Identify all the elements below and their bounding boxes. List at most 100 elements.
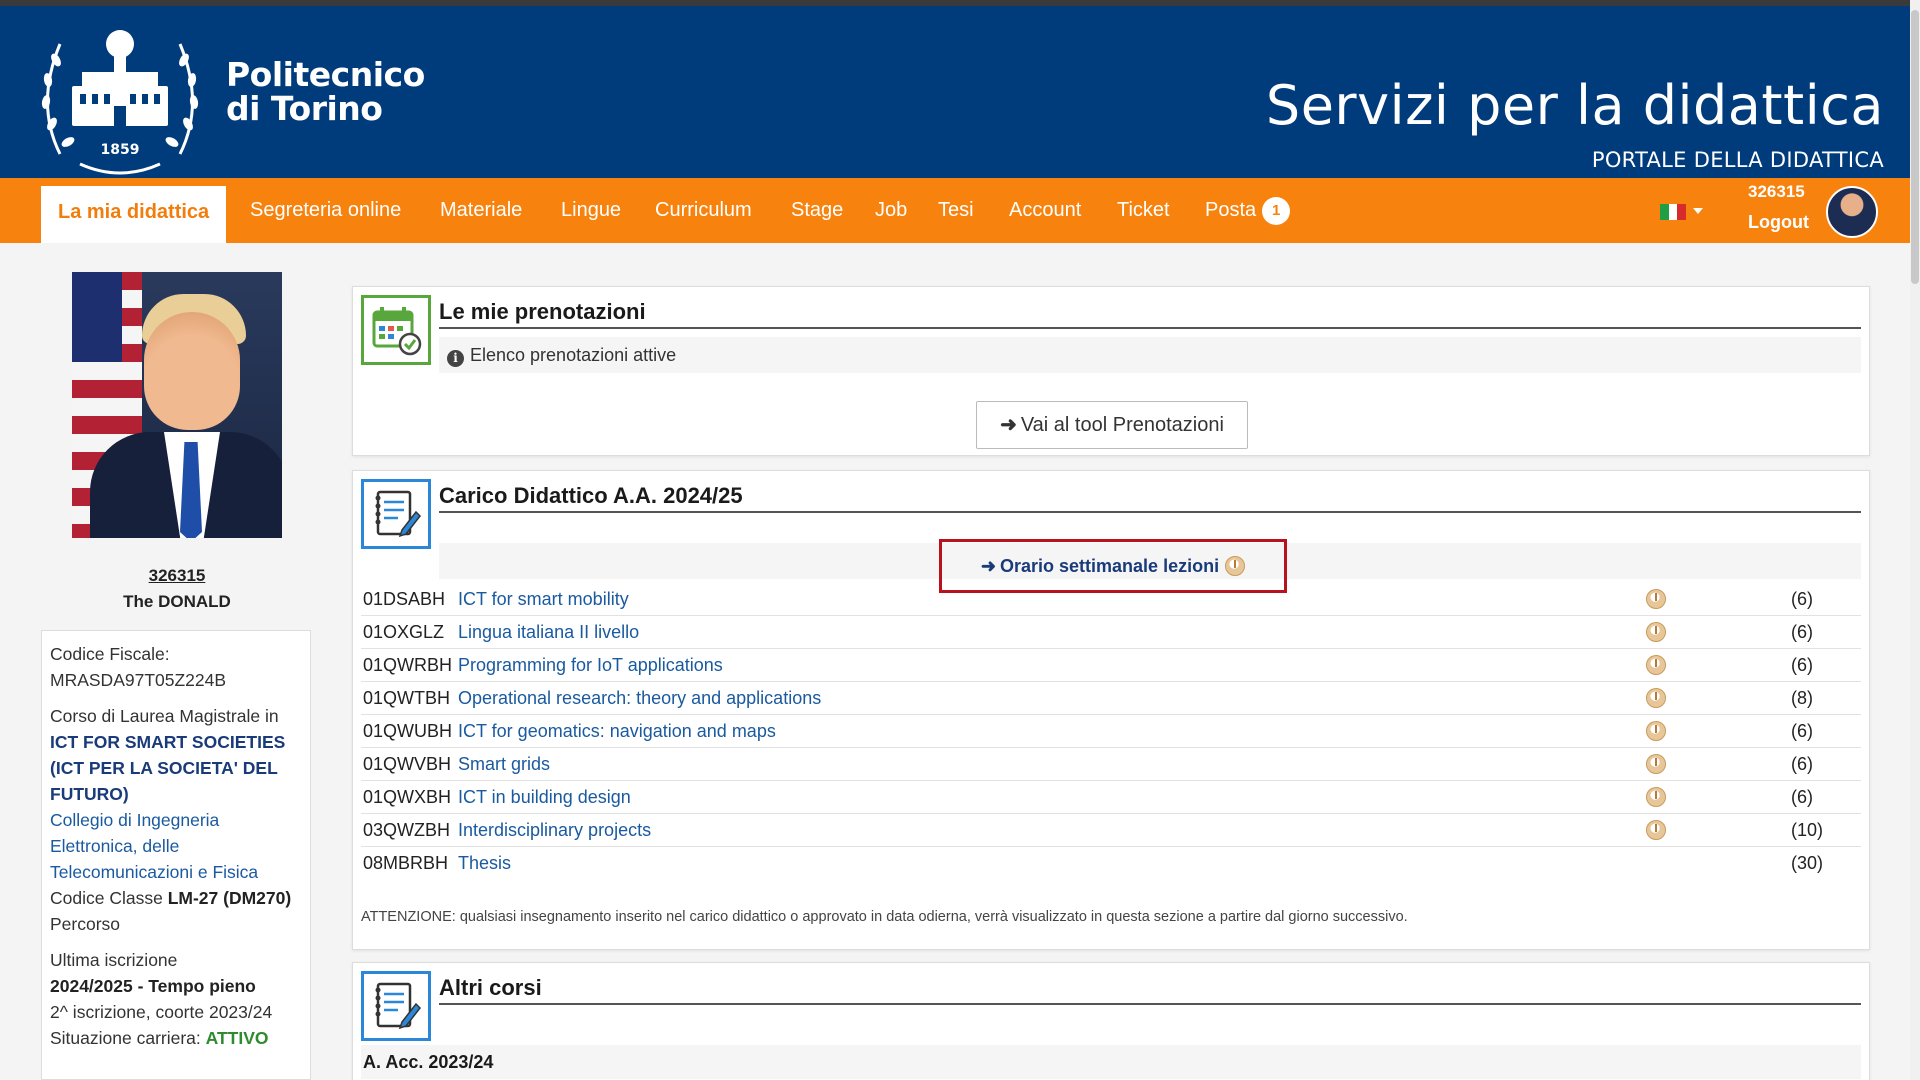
notebook-edit-icon (361, 971, 431, 1041)
carico-title: Carico Didattico A.A. 2024/25 (439, 481, 1861, 513)
course-credits: (6) (1791, 589, 1813, 609)
course-code: 03QWZBH (363, 820, 451, 840)
table-row: 01OXGLZ Lingua italiana II livello (6) (361, 616, 1861, 649)
course-name-link[interactable]: ICT for smart mobility (458, 583, 629, 616)
mail-count-badge: 1 (1262, 196, 1291, 225)
codice-fiscale-label: Codice Fiscale: (50, 644, 170, 664)
codice-classe: Codice Classe LM-27 (DM270) (50, 888, 292, 908)
politecnico-seal-logo[interactable]: 1859 (30, 14, 210, 182)
course-code: 01QWXBH (363, 787, 452, 807)
nav-account[interactable]: Account (1009, 178, 1081, 243)
share-arrow-icon: ➜ (1000, 414, 1017, 436)
calendar-check-icon (361, 295, 431, 365)
course-credits: (6) (1791, 787, 1813, 807)
nav-ticket[interactable]: Ticket (1117, 178, 1170, 243)
course-code: 01QWVBH (363, 754, 452, 774)
course-code: 01QWUBH (363, 721, 453, 741)
course-code: 08MBRBH (363, 853, 449, 873)
student-id-link[interactable]: 326315 (72, 566, 282, 586)
nav-stage[interactable]: Stage (791, 178, 843, 243)
course-credits: (6) (1791, 754, 1813, 774)
nav-materiale[interactable]: Materiale (440, 178, 522, 243)
percorso-label: Percorso (50, 914, 121, 934)
academic-year-header: A. Acc. 2023/24 (361, 1045, 1861, 1079)
logo-line-2: di Torino (226, 89, 383, 128)
page-scrollbar[interactable] (1910, 0, 1920, 1080)
info-icon: i (447, 350, 464, 367)
clock-icon[interactable] (1646, 721, 1666, 741)
career-status-badge: ATTIVO (205, 1028, 269, 1048)
course-name-link[interactable]: Operational research: theory and applica… (458, 682, 821, 715)
nav-lingue[interactable]: Lingue (561, 178, 621, 243)
page-subtitle: PORTALE DELLA DIDATTICA (1591, 148, 1884, 172)
clock-icon[interactable] (1646, 655, 1666, 675)
chevron-down-icon[interactable] (1693, 208, 1703, 214)
italy-flag-icon[interactable] (1660, 204, 1686, 220)
course-code: 01DSABH (363, 589, 446, 609)
logo-line-1: Politecnico (226, 55, 425, 94)
scrollbar-thumb[interactable] (1911, 10, 1919, 284)
user-id: 326315 (1748, 182, 1805, 201)
prenotazioni-title: Le mie prenotazioni (439, 297, 1861, 329)
prenotazioni-tool-button[interactable]: ➜ Vai al tool Prenotazioni (976, 401, 1248, 449)
course-credits: (6) (1791, 622, 1813, 642)
main-navbar: La mia didattica Segreteria online Mater… (0, 178, 1910, 243)
prenotazioni-info-row: i Elenco prenotazioni attive (439, 337, 1861, 373)
svg-text:1859: 1859 (101, 142, 140, 158)
course-name-link[interactable]: Programming for IoT applications (458, 649, 723, 682)
student-name: The DONALD (123, 592, 231, 611)
nav-segreteria-online[interactable]: Segreteria online (250, 178, 401, 243)
table-row: 01DSABH ICT for smart mobility (6) (361, 583, 1861, 616)
carico-didattico-panel: Carico Didattico A.A. 2024/25 ➜ Orario se… (352, 470, 1870, 950)
prenotazioni-info-text: Elenco prenotazioni attive (470, 345, 677, 365)
altri-corsi-title: Altri corsi (439, 973, 1861, 1005)
course-name-link[interactable]: ICT in building design (458, 781, 631, 814)
table-row: 01QWVBH Smart grids (6) (361, 748, 1861, 781)
logout-link[interactable]: Logout (1748, 212, 1809, 233)
corso-name[interactable]: ICT FOR SMART SOCIETIES (ICT PER LA SOCI… (50, 729, 302, 807)
table-row: 01QWXBH ICT in building design (6) (361, 781, 1861, 814)
clock-icon (1225, 556, 1246, 576)
course-name-link[interactable]: Interdisciplinary projects (458, 814, 651, 847)
nav-posta-label: Posta (1205, 199, 1257, 221)
corso-label: Corso di Laurea Magistrale in (50, 706, 279, 726)
course-list: 01DSABH ICT for smart mobility (6) 01OXGLZ… (361, 583, 1861, 880)
profile-photo (72, 272, 282, 538)
nav-posta[interactable]: Posta 1 (1205, 178, 1291, 243)
table-row: 03QWZBH Interdisciplinary projects (10) (361, 814, 1861, 847)
avatar[interactable] (1826, 186, 1878, 238)
course-name-link[interactable]: Thesis (458, 847, 511, 880)
course-credits: (10) (1791, 820, 1824, 840)
nav-job[interactable]: Job (875, 178, 907, 243)
nav-tesi[interactable]: Tesi (938, 178, 974, 243)
clock-icon[interactable] (1646, 754, 1666, 774)
clock-icon[interactable] (1646, 622, 1666, 642)
university-name[interactable]: Politecnico di Torino (226, 58, 425, 126)
course-name-link[interactable]: Smart grids (458, 748, 550, 781)
share-arrow-icon: ➜ (980, 556, 996, 576)
nav-la-mia-didattica[interactable]: La mia didattica (41, 186, 227, 243)
nav-curriculum[interactable]: Curriculum (655, 178, 752, 243)
course-name-link[interactable]: Lingua italiana II livello (458, 616, 639, 649)
table-row: 01QWRBH Programming for IoT applications (… (361, 649, 1861, 682)
course-code: 01QWRBH (363, 655, 453, 675)
course-code: 01QWTBH (363, 688, 451, 708)
table-row: 01QWTBH Operational research: theory and … (361, 682, 1861, 715)
course-name-link[interactable]: ICT for geomatics: navigation and maps (458, 715, 776, 748)
clock-icon[interactable] (1646, 589, 1666, 609)
attention-note: ATTENZIONE: qualsiasi insegnamento inser… (361, 909, 1408, 925)
course-credits: (30) (1791, 853, 1824, 873)
ultima-iscrizione-label: Ultima iscrizione (50, 950, 178, 970)
clock-icon[interactable] (1646, 688, 1666, 708)
collegio-link[interactable]: Collegio di Ingegneria Elettronica, dell… (50, 807, 302, 885)
clock-icon[interactable] (1646, 820, 1666, 840)
course-credits: (8) (1791, 688, 1813, 708)
codice-fiscale-value: MRASDA97T05Z224B (50, 670, 227, 690)
notebook-edit-icon (361, 479, 431, 549)
iscrizione-info: 2^ iscrizione, coorte 2023/24 (50, 1002, 273, 1022)
course-credits: (6) (1791, 721, 1813, 741)
classe-value: LM-27 (DM270) (167, 888, 292, 908)
clock-icon[interactable] (1646, 787, 1666, 807)
site-header: 1859 Politecnico di Torino Servizi per l… (0, 6, 1910, 178)
table-row: 08MBRBH Thesis (30) (361, 847, 1861, 880)
